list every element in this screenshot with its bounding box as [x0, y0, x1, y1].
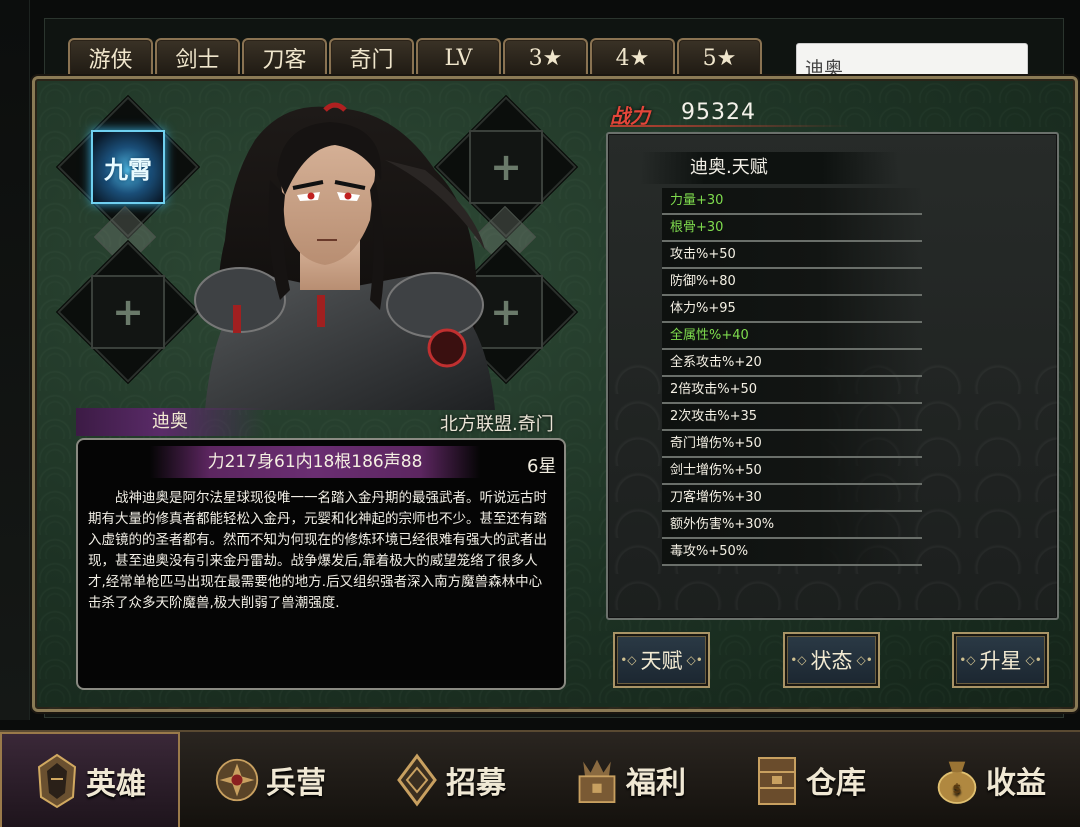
talent-row: 体力%+95	[662, 296, 922, 323]
filter-tabs: 游侠 剑士 刀客 奇门 LV 3★ 4★ 5★	[68, 38, 762, 76]
tab-youxia[interactable]: 游侠	[68, 38, 153, 76]
nav-recruit-label: 招募	[446, 765, 506, 801]
tab-jianshi[interactable]: 剑士	[155, 38, 240, 76]
button-ornament-right: ◇•	[686, 653, 703, 667]
search-input[interactable]: 迪奥	[796, 43, 1028, 79]
power-value: 95324	[681, 100, 756, 125]
talent-title: 迪奥.天赋	[640, 152, 900, 184]
nav-barracks[interactable]: 兵营	[180, 732, 360, 827]
bottom-nav: 英雄 兵营 招募 福利 仓库 $ 收益	[0, 730, 1080, 827]
tab-lv[interactable]: LV	[416, 38, 501, 76]
tab-daoke[interactable]: 刀客	[242, 38, 327, 76]
hero-biography: 战神迪奥是阿尔法星球现役唯一一名踏入金丹期的最强武者。听说远古时期有大量的修真者…	[88, 490, 547, 611]
button-ornament-left: •◇	[620, 653, 637, 667]
nav-recruit[interactable]: 招募	[360, 732, 540, 827]
talent-row: 奇门增伤%+50	[662, 431, 922, 458]
power-underline	[610, 125, 850, 127]
income-moneybag-icon: $	[934, 751, 980, 809]
nav-hero-label: 英雄	[86, 766, 146, 802]
nav-welfare[interactable]: 福利	[540, 732, 720, 827]
barracks-emblem-icon	[214, 751, 260, 809]
svg-text:$: $	[953, 781, 962, 796]
button-ornament-right: ◇•	[1025, 653, 1042, 667]
button-ornament-left: •◇	[959, 653, 976, 667]
nav-hero[interactable]: 英雄	[0, 732, 180, 827]
nav-welfare-label: 福利	[626, 765, 686, 801]
button-ornament-left: •◇	[790, 653, 807, 667]
nav-income[interactable]: $ 收益	[900, 732, 1080, 827]
tab-5-star[interactable]: 5★	[677, 38, 762, 76]
talent-row: 防御%+80	[662, 269, 922, 296]
nav-warehouse[interactable]: 仓库	[720, 732, 900, 827]
talent-row: 2次攻击%+35	[662, 404, 922, 431]
tab-qimen[interactable]: 奇门	[329, 38, 414, 76]
hero-faction: 北方联盟.奇门	[440, 414, 554, 435]
welfare-chest-icon	[574, 751, 620, 809]
recruit-crystal-icon	[394, 751, 440, 809]
hero-helmet-icon	[34, 752, 80, 810]
talent-row: 额外伤害%+30%	[662, 512, 922, 539]
talent-row: 全系攻击%+20	[662, 350, 922, 377]
talent-button-label: 天赋	[640, 649, 683, 673]
status-button-label: 状态	[810, 649, 853, 673]
tab-3-star[interactable]: 3★	[503, 38, 588, 76]
nav-barracks-label: 兵营	[266, 765, 326, 801]
skill-icon-jiuxiao[interactable]: 九霄	[91, 130, 165, 204]
button-ornament-right: ◇•	[856, 653, 873, 667]
talent-row: 全属性%+40	[662, 323, 922, 350]
talent-row: 剑士增伤%+50	[662, 458, 922, 485]
talent-row: 毒攻%+50%	[662, 539, 922, 566]
talent-row: 刀客增伤%+30	[662, 485, 922, 512]
nav-warehouse-label: 仓库	[806, 765, 866, 801]
star-up-button[interactable]: •◇ 升星 ◇•	[952, 632, 1049, 688]
hero-portrait	[185, 100, 505, 410]
warehouse-crate-icon	[754, 751, 800, 809]
tab-4-star[interactable]: 4★	[590, 38, 675, 76]
talent-row: 力量+30	[662, 188, 922, 215]
talent-row: 2倍攻击%+50	[662, 377, 922, 404]
hero-star-level: 6星	[527, 456, 557, 477]
hero-stats-bar: 力217身61内18根186声88	[150, 446, 480, 478]
left-edge-strip	[0, 0, 30, 720]
talent-list: 力量+30 根骨+30 攻击%+50 防御%+80 体力%+95 全属性%+40 全系攻击%…	[662, 188, 922, 566]
talent-row: 攻击%+50	[662, 242, 922, 269]
talent-row: 根骨+30	[662, 215, 922, 242]
talent-button[interactable]: •◇ 天赋 ◇•	[613, 632, 710, 688]
nav-income-label: 收益	[986, 765, 1046, 801]
empty-slot-left-plus-icon[interactable]: +	[91, 275, 165, 349]
star-up-button-label: 升星	[979, 649, 1022, 673]
status-button[interactable]: •◇ 状态 ◇•	[783, 632, 880, 688]
hero-name: 迪奥	[76, 408, 266, 436]
